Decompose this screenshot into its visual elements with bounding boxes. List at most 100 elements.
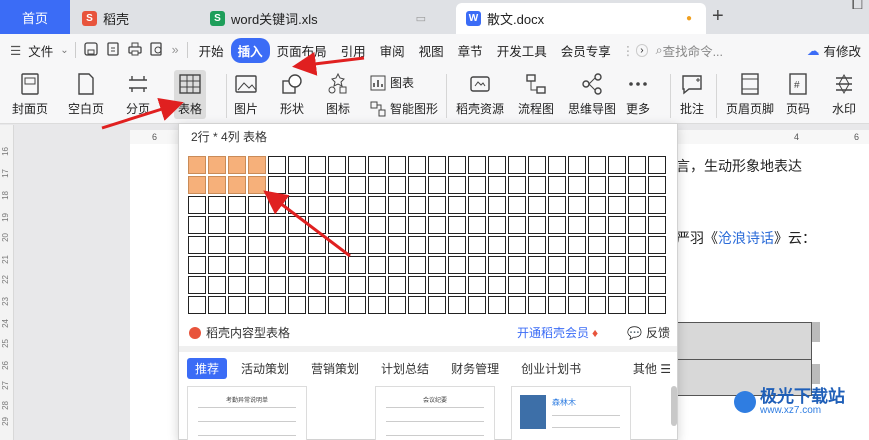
table-grid-cell[interactable]	[368, 176, 386, 194]
table-grid-cell[interactable]	[308, 236, 326, 254]
table-grid-cell[interactable]	[608, 216, 626, 234]
table-grid-cell[interactable]	[348, 156, 366, 174]
table-grid-cell[interactable]	[608, 176, 626, 194]
shape-button[interactable]: 形状	[280, 72, 304, 117]
table-grid-cell[interactable]	[228, 236, 246, 254]
table-size-grid[interactable]	[188, 156, 666, 314]
table-grid-cell[interactable]	[408, 216, 426, 234]
table-grid-cell[interactable]	[528, 196, 546, 214]
table-grid-cell[interactable]	[488, 256, 506, 274]
table-grid-cell[interactable]	[188, 256, 206, 274]
table-grid-cell[interactable]	[648, 156, 666, 174]
table-grid-cell[interactable]	[248, 296, 266, 314]
table-grid-cell[interactable]	[308, 216, 326, 234]
table-grid-cell[interactable]	[528, 296, 546, 314]
table-grid-cell[interactable]	[468, 156, 486, 174]
chart-button[interactable]: 图表	[370, 74, 414, 91]
table-grid-cell[interactable]	[188, 176, 206, 194]
table-grid-cell[interactable]	[508, 236, 526, 254]
table-grid-cell[interactable]	[568, 196, 586, 214]
table-grid-cell[interactable]	[228, 256, 246, 274]
table-grid-cell[interactable]	[548, 156, 566, 174]
table-grid-cell[interactable]	[488, 156, 506, 174]
hamburger-icon[interactable]: ☰	[10, 43, 21, 58]
table-grid-cell[interactable]	[428, 276, 446, 294]
tab-docer[interactable]: S 稻壳	[72, 3, 196, 34]
table-grid-cell[interactable]	[528, 156, 546, 174]
table-grid-cell[interactable]	[388, 156, 406, 174]
table-grid-cell[interactable]	[288, 216, 306, 234]
table-grid-cell[interactable]	[548, 176, 566, 194]
table-grid-cell[interactable]	[388, 276, 406, 294]
table-grid-cell[interactable]	[568, 276, 586, 294]
table-grid-cell[interactable]	[268, 176, 286, 194]
table-grid-cell[interactable]	[608, 196, 626, 214]
table-grid-cell[interactable]	[208, 296, 226, 314]
table-grid-cell[interactable]	[348, 236, 366, 254]
table-grid-cell[interactable]	[328, 156, 346, 174]
table-grid-cell[interactable]	[448, 196, 466, 214]
table-grid-cell[interactable]	[368, 196, 386, 214]
tab-spreadsheet[interactable]: S word关键词.xls ▭	[200, 3, 440, 34]
table-grid-cell[interactable]	[248, 216, 266, 234]
table-grid-cell[interactable]	[428, 156, 446, 174]
preview-icon[interactable]	[149, 41, 164, 59]
table-grid-cell[interactable]	[348, 216, 366, 234]
table-grid-cell[interactable]	[608, 296, 626, 314]
restore-window-icon[interactable]: ⧠	[852, 0, 863, 13]
print-icon[interactable]	[127, 42, 142, 59]
table-grid-cell[interactable]	[468, 276, 486, 294]
table-grid-cell[interactable]	[188, 196, 206, 214]
table-handle[interactable]	[812, 364, 820, 384]
cover-page-button[interactable]: 封面页	[12, 72, 48, 117]
table-grid-cell[interactable]	[588, 156, 606, 174]
table-grid-cell[interactable]	[308, 276, 326, 294]
table-grid-cell[interactable]	[368, 256, 386, 274]
table-grid-cell[interactable]	[588, 296, 606, 314]
table-grid-cell[interactable]	[548, 236, 566, 254]
table-grid-cell[interactable]	[228, 216, 246, 234]
table-grid-cell[interactable]	[348, 256, 366, 274]
table-grid-cell[interactable]	[588, 196, 606, 214]
table-grid-cell[interactable]	[608, 156, 626, 174]
table-grid-cell[interactable]	[288, 176, 306, 194]
table-grid-cell[interactable]	[388, 196, 406, 214]
page-break-button[interactable]: 分页	[126, 72, 150, 117]
table-grid-cell[interactable]	[428, 296, 446, 314]
table-grid-cell[interactable]	[428, 236, 446, 254]
table-grid-cell[interactable]	[568, 236, 586, 254]
menu-chapter[interactable]: 章节	[451, 38, 490, 63]
table-grid-cell[interactable]	[388, 216, 406, 234]
table-grid-cell[interactable]	[508, 276, 526, 294]
table-grid-cell[interactable]	[368, 276, 386, 294]
menu-review[interactable]: 审阅	[373, 38, 412, 63]
table-grid-cell[interactable]	[308, 256, 326, 274]
table-grid-cell[interactable]	[468, 256, 486, 274]
table-grid-cell[interactable]	[528, 216, 546, 234]
more-button[interactable]: 更多	[626, 72, 650, 117]
table-grid-cell[interactable]	[448, 156, 466, 174]
table-grid-cell[interactable]	[428, 176, 446, 194]
table-grid-cell[interactable]	[648, 176, 666, 194]
table-grid-cell[interactable]	[288, 296, 306, 314]
table-grid-cell[interactable]	[488, 196, 506, 214]
table-grid-cell[interactable]	[488, 236, 506, 254]
table-grid-cell[interactable]	[628, 176, 646, 194]
table-grid-cell[interactable]	[208, 236, 226, 254]
new-tab-plus-icon[interactable]: +	[712, 5, 724, 28]
table-grid-cell[interactable]	[268, 296, 286, 314]
cat-business-plan[interactable]: 创业计划书	[513, 358, 589, 379]
table-grid-cell[interactable]	[588, 276, 606, 294]
table-grid-cell[interactable]	[648, 236, 666, 254]
table-grid-cell[interactable]	[388, 236, 406, 254]
table-grid-cell[interactable]	[348, 176, 366, 194]
panel-scrollbar[interactable]	[671, 386, 677, 426]
table-grid-cell[interactable]	[268, 236, 286, 254]
cat-event[interactable]: 活动策划	[233, 358, 297, 379]
table-grid-cell[interactable]	[448, 276, 466, 294]
cat-recommend[interactable]: 推荐	[187, 358, 228, 379]
table-grid-cell[interactable]	[488, 276, 506, 294]
table-grid-cell[interactable]	[628, 276, 646, 294]
table-grid-cell[interactable]	[628, 216, 646, 234]
table-grid-cell[interactable]	[568, 296, 586, 314]
